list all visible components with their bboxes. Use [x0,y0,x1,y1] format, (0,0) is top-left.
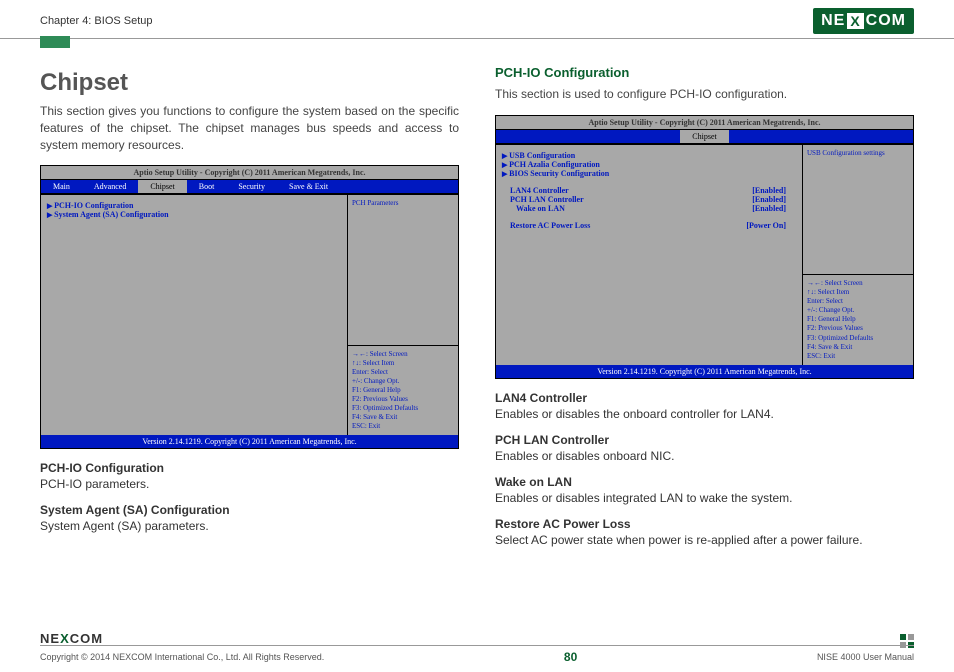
bios-menu-item: System Agent (SA) Configuration [47,210,341,219]
bios-tab-active: Chipset [138,180,186,193]
sub-heading: Restore AC Power Loss [495,517,914,531]
bios-key-help: →←: Select Screen ↑↓: Select Item Enter:… [348,345,458,436]
section-intro: This section is used to configure PCH-IO… [495,86,914,103]
bios-side-panel: PCH Parameters →←: Select Screen ↑↓: Sel… [348,195,458,435]
bios-side-panel: USB Configuration settings →←: Select Sc… [803,145,913,365]
sub-heading: PCH LAN Controller [495,433,914,447]
bios-tab-active: Chipset [680,130,728,143]
bios-help-description: PCH Parameters [348,195,458,344]
intro-text: This section gives you functions to conf… [40,103,459,153]
sub-text: System Agent (SA) parameters. [40,519,459,533]
bios-tab: Boot [187,180,227,193]
content-area: Chipset This section gives you functions… [0,39,954,555]
bios-version-footer: Version 2.14.1219. Copyright (C) 2011 Am… [496,365,913,378]
bios-tab: Main [41,180,82,193]
sub-text: Enables or disables integrated LAN to wa… [495,491,914,505]
logo: NEXCOM [813,8,914,34]
page-title: Chipset [40,69,459,97]
bios-setting-item: Restore AC Power Loss[Power On] [502,221,796,230]
bios-main-panel: PCH-IO Configuration System Agent (SA) C… [41,195,348,435]
bios-setting-item: Wake on LAN[Enabled] [502,204,796,213]
bios-tab: Security [226,180,277,193]
page-header: Chapter 4: BIOS Setup NEXCOM [0,0,954,39]
sub-heading: Wake on LAN [495,475,914,489]
sub-text: Enables or disables the onboard controll… [495,407,914,421]
bios-tab: Advanced [82,180,138,193]
bios-setting-item: LAN4 Controller[Enabled] [502,186,796,195]
bios-screenshot-left: Aptio Setup Utility - Copyright (C) 2011… [40,165,459,449]
bios-menu-item: PCH-IO Configuration [47,201,341,210]
bios-menu-item: USB Configuration [502,151,796,160]
copyright-text: Copyright © 2014 NEXCOM International Co… [40,652,324,662]
bios-tabs: Main Advanced Chipset Boot Security Save… [41,180,458,195]
sub-heading: PCH-IO Configuration [40,461,459,475]
left-column: Chipset This section gives you functions… [40,59,459,555]
sub-text: Select AC power state when power is re-a… [495,533,914,547]
bios-main-panel: USB Configuration PCH Azalia Configurati… [496,145,803,365]
bios-title: Aptio Setup Utility - Copyright (C) 2011… [41,166,458,180]
sub-heading: LAN4 Controller [495,391,914,405]
chapter-label: Chapter 4: BIOS Setup [40,15,153,27]
bios-menu-item: BIOS Security Configuration [502,169,796,178]
bios-version-footer: Version 2.14.1219. Copyright (C) 2011 Am… [41,435,458,448]
bios-key-help: →←: Select Screen ↑↓: Select Item Enter:… [803,274,913,365]
green-accent-tab [40,36,70,48]
bios-tab: Save & Exit [277,180,340,193]
sub-heading: System Agent (SA) Configuration [40,503,459,517]
right-column: PCH-IO Configuration This section is use… [495,59,914,555]
manual-name: NISE 4000 User Manual [817,652,914,662]
page-number: 80 [564,650,577,664]
bios-setting-item: PCH LAN Controller[Enabled] [502,195,796,204]
bios-menu-item: PCH Azalia Configuration [502,160,796,169]
sub-text: PCH-IO parameters. [40,477,459,491]
sub-text: Enables or disables onboard NIC. [495,449,914,463]
bios-help-description: USB Configuration settings [803,145,913,274]
bios-title: Aptio Setup Utility - Copyright (C) 2011… [496,116,913,130]
page-footer: Copyright © 2014 NEXCOM International Co… [40,645,914,664]
bios-tabs: Chipset [496,130,913,145]
section-heading: PCH-IO Configuration [495,65,914,80]
bios-screenshot-right: Aptio Setup Utility - Copyright (C) 2011… [495,115,914,379]
